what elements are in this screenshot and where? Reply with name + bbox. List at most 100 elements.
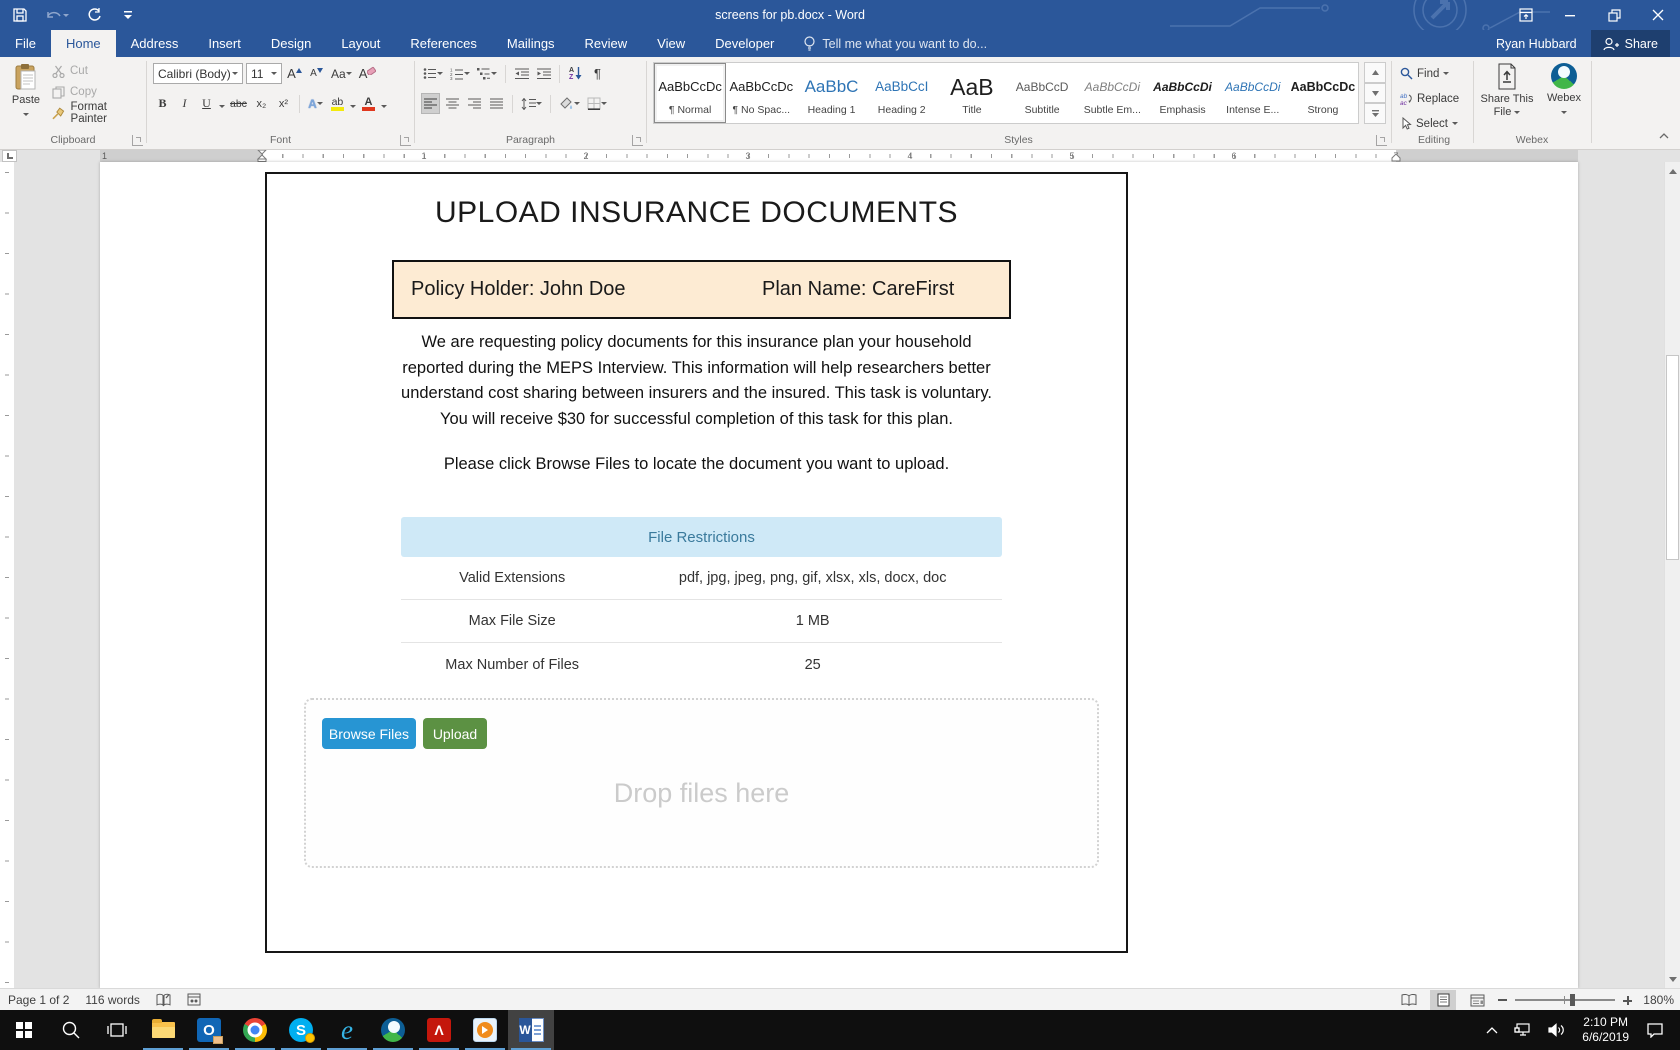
superscript-button[interactable]: x²	[274, 93, 293, 114]
shrink-font-button[interactable]: A	[307, 63, 326, 84]
tab-file[interactable]: File	[0, 30, 51, 57]
tray-chevron-icon[interactable]	[1481, 1010, 1503, 1050]
text-effects-button[interactable]: A	[306, 93, 325, 114]
speaker-icon[interactable]	[1543, 1010, 1570, 1050]
signed-in-user[interactable]: Ryan Hubbard	[1496, 37, 1577, 51]
undo-icon[interactable]	[44, 4, 70, 26]
highlight-color-button[interactable]: ab	[328, 93, 347, 114]
print-layout-icon[interactable]	[1430, 990, 1456, 1010]
clipboard-dialog-launcher[interactable]	[132, 135, 143, 146]
numbering-button[interactable]: 123	[448, 63, 472, 84]
taskbar-outlook[interactable]: O	[186, 1010, 232, 1050]
zoom-slider-handle[interactable]	[1570, 994, 1575, 1006]
tab-developer[interactable]: Developer	[700, 30, 789, 57]
replace-button[interactable]: abac Replace	[1400, 88, 1459, 109]
styles-scroll-down-icon[interactable]	[1364, 83, 1386, 104]
tab-mailings[interactable]: Mailings	[492, 30, 570, 57]
tab-review[interactable]: Review	[570, 30, 643, 57]
tab-design[interactable]: Design	[256, 30, 326, 57]
strikethrough-button[interactable]: abc	[228, 93, 249, 114]
taskbar-internet-explorer[interactable]: e	[324, 1010, 370, 1050]
clear-formatting-button[interactable]: A	[357, 63, 379, 84]
save-icon[interactable]	[10, 4, 30, 26]
zoom-level[interactable]: 180%	[1640, 993, 1674, 1007]
collapse-ribbon-icon[interactable]	[1656, 129, 1672, 143]
style-heading1[interactable]: AaBbCHeading 1	[796, 63, 866, 123]
align-right-button[interactable]	[465, 93, 484, 114]
taskbar-skype[interactable]: S	[278, 1010, 324, 1050]
web-layout-icon[interactable]	[1464, 990, 1490, 1010]
share-this-file-button[interactable]: Share ThisFile	[1476, 59, 1538, 133]
tab-home[interactable]: Home	[51, 30, 116, 57]
redo-icon[interactable]	[84, 4, 104, 26]
grow-font-button[interactable]: A	[285, 63, 304, 84]
style-no-spacing[interactable]: AaBbCcDc¶ No Spac...	[726, 63, 796, 123]
font-color-caret[interactable]	[381, 105, 387, 111]
task-view-button[interactable]	[94, 1010, 140, 1050]
taskbar-file-explorer[interactable]	[140, 1010, 186, 1050]
tab-insert[interactable]: Insert	[193, 30, 256, 57]
zoom-out-icon[interactable]	[1498, 999, 1507, 1001]
network-icon[interactable]	[1509, 1010, 1537, 1050]
increase-indent-button[interactable]	[534, 63, 553, 84]
scroll-down-icon[interactable]	[1665, 971, 1680, 988]
styles-dialog-launcher[interactable]	[1376, 135, 1387, 146]
italic-button[interactable]: I	[175, 93, 194, 114]
font-family-select[interactable]: Calibri (Body)	[153, 63, 243, 84]
word-count[interactable]: 116 words	[85, 993, 139, 1007]
right-indent-marker[interactable]	[1391, 154, 1401, 162]
find-button[interactable]: Find	[1400, 63, 1459, 84]
taskbar-webex[interactable]	[370, 1010, 416, 1050]
tab-references[interactable]: References	[395, 30, 491, 57]
style-title[interactable]: AaBTitle	[937, 63, 1007, 123]
show-hide-pilcrow-button[interactable]: ¶	[588, 63, 607, 84]
style-heading2[interactable]: AaBbCcIHeading 2	[867, 63, 937, 123]
change-case-button[interactable]: Aa	[329, 63, 354, 84]
tab-layout[interactable]: Layout	[326, 30, 395, 57]
select-button[interactable]: Select	[1400, 113, 1459, 134]
zoom-in-icon[interactable]	[1623, 996, 1632, 1005]
copy-button[interactable]: Copy	[50, 82, 146, 102]
underline-caret[interactable]	[219, 105, 225, 111]
styles-scroll-up-icon[interactable]	[1364, 62, 1386, 83]
paragraph-dialog-launcher[interactable]	[632, 135, 643, 146]
scroll-up-icon[interactable]	[1665, 162, 1680, 179]
document-page[interactable]: UPLOAD INSURANCE DOCUMENTS Policy Holder…	[100, 162, 1578, 988]
line-spacing-button[interactable]	[519, 93, 544, 114]
tab-address[interactable]: Address	[116, 30, 194, 57]
highlight-caret[interactable]	[350, 105, 356, 111]
close-icon[interactable]	[1636, 0, 1680, 30]
proofing-icon[interactable]	[156, 993, 171, 1007]
ribbon-display-options-icon[interactable]	[1504, 0, 1548, 30]
multilevel-list-button[interactable]	[475, 63, 499, 84]
read-mode-icon[interactable]	[1396, 990, 1422, 1010]
style-strong[interactable]: AaBbCcDcStrong	[1288, 63, 1358, 123]
format-painter-button[interactable]: Format Painter	[50, 103, 146, 123]
minimize-icon[interactable]	[1548, 0, 1592, 30]
vertical-scrollbar[interactable]	[1664, 162, 1680, 988]
webex-button[interactable]: Webex	[1540, 59, 1588, 133]
style-emphasis[interactable]: AaBbCcDiEmphasis	[1147, 63, 1217, 123]
shading-button[interactable]	[557, 93, 582, 114]
style-subtitle[interactable]: AaBbCcDSubtitle	[1007, 63, 1077, 123]
styles-more-icon[interactable]	[1364, 103, 1386, 124]
start-button[interactable]	[0, 1010, 48, 1050]
font-dialog-launcher[interactable]	[400, 135, 411, 146]
page-indicator[interactable]: Page 1 of 2	[8, 993, 69, 1007]
taskbar-chrome[interactable]	[232, 1010, 278, 1050]
action-center-icon[interactable]	[1641, 1010, 1674, 1050]
browse-files-button[interactable]: Browse Files	[322, 718, 416, 749]
subscript-button[interactable]: x₂	[252, 93, 271, 114]
taskbar-word-active[interactable]: W	[508, 1010, 554, 1050]
scrollbar-thumb[interactable]	[1666, 355, 1679, 560]
style-subtle-emphasis[interactable]: AaBbCcDiSubtle Em...	[1077, 63, 1147, 123]
bold-button[interactable]: B	[153, 93, 172, 114]
decrease-indent-button[interactable]	[512, 63, 531, 84]
customize-quick-access-icon[interactable]	[118, 4, 138, 26]
restore-icon[interactable]	[1592, 0, 1636, 30]
tab-selector[interactable]	[2, 150, 17, 162]
tab-view[interactable]: View	[642, 30, 700, 57]
tell-me-box[interactable]: Tell me what you want to do...	[803, 30, 987, 57]
indent-marker[interactable]	[257, 150, 267, 162]
zoom-slider[interactable]	[1515, 999, 1615, 1001]
